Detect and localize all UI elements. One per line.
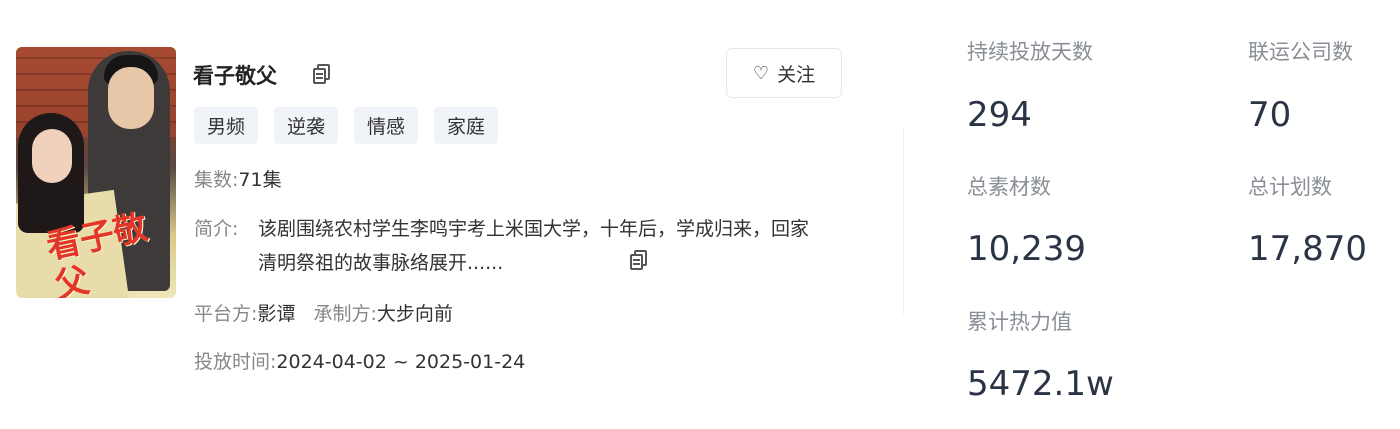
poster-man-face bbox=[108, 67, 154, 129]
heart-icon: ♡ bbox=[752, 62, 770, 84]
stat-days-label: 持续投放天数 bbox=[967, 40, 1093, 64]
follow-label: 关注 bbox=[777, 63, 816, 86]
tag: 情感 bbox=[354, 107, 419, 144]
copy-synopsis-icon[interactable] bbox=[630, 250, 648, 270]
copy-title-icon[interactable] bbox=[313, 64, 331, 84]
synopsis: 简介: 该剧围绕农村学生李鸣宇考上米国大学，十年后，学成归来，回家清明祭祖的故事… bbox=[194, 212, 824, 280]
tag: 逆袭 bbox=[274, 107, 339, 144]
stat-plans-value: 17,870 bbox=[1248, 229, 1367, 269]
stat-companies-value: 70 bbox=[1248, 95, 1292, 135]
synopsis-text: 该剧围绕农村学生李鸣宇考上米国大学，十年后，学成归来，回家清明祭祖的故事脉络展开… bbox=[258, 218, 810, 274]
period-label: 投放时间: bbox=[194, 351, 277, 373]
episodes-label: 集数: bbox=[194, 169, 239, 191]
drama-title: 看子敬父 bbox=[193, 64, 277, 88]
stat-heat-label: 累计热力值 bbox=[967, 310, 1072, 334]
platform-value: 影谭 bbox=[257, 303, 296, 325]
divider bbox=[903, 128, 904, 314]
producer-value: 大步向前 bbox=[376, 303, 453, 325]
stat-materials-label: 总素材数 bbox=[967, 175, 1051, 199]
producer-label: 承制方: bbox=[313, 303, 377, 325]
release-period-row: 投放时间:2024-04-02 ~ 2025-01-24 bbox=[194, 347, 525, 374]
period-value: 2024-04-02 ~ 2025-01-24 bbox=[276, 351, 526, 373]
platform-row: 平台方:影谭 承制方:大步向前 bbox=[194, 299, 453, 326]
stat-materials-value: 10,239 bbox=[967, 229, 1086, 269]
stat-plans-label: 总计划数 bbox=[1248, 175, 1332, 199]
tag: 家庭 bbox=[434, 107, 499, 144]
stat-days-value: 294 bbox=[967, 95, 1032, 135]
genre-tags: 男频 逆袭 情感 家庭 bbox=[194, 107, 499, 144]
tag: 男频 bbox=[194, 107, 259, 144]
follow-button[interactable]: ♡ 关注 bbox=[726, 48, 842, 98]
stat-companies-label: 联运公司数 bbox=[1248, 40, 1353, 64]
episodes-value: 71集 bbox=[238, 169, 282, 191]
episodes-row: 集数:71集 bbox=[194, 165, 282, 192]
stat-heat-value: 5472.1w bbox=[967, 364, 1114, 404]
poster-woman-face bbox=[32, 129, 72, 183]
drama-poster[interactable]: 看子敬父 bbox=[16, 47, 176, 298]
platform-label: 平台方: bbox=[194, 303, 258, 325]
synopsis-label: 简介: bbox=[194, 218, 239, 240]
